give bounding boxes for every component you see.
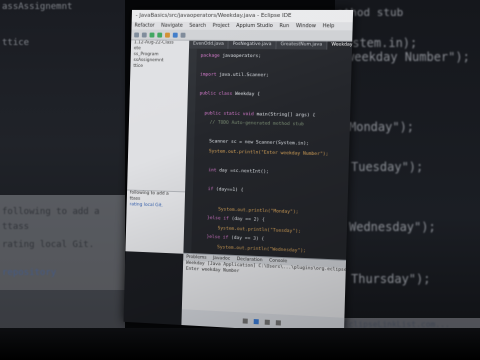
debug-icon[interactable] — [157, 32, 163, 38]
code-keyword — [198, 149, 209, 154]
code-text: System.out.println("Enter weekday Number… — [208, 149, 329, 158]
bg-right-line-4: Monday"); — [349, 120, 415, 134]
new-file-icon[interactable] — [134, 32, 140, 37]
bg-left-panel-line-2: ttass — [2, 222, 30, 232]
code-text: System.out.println("Monday"); — [218, 206, 299, 215]
menu-search[interactable]: Search — [189, 23, 206, 29]
windows-start-icon[interactable] — [253, 318, 259, 324]
code-keyword: }else if — [196, 215, 229, 222]
code-keyword — [196, 206, 218, 212]
tab-weekday[interactable]: Weekday.java — [327, 41, 353, 50]
menu-refactor[interactable]: Refactor — [134, 23, 154, 29]
code-keyword: import — [199, 72, 217, 78]
bg-left-panel-line-1: following to add a — [2, 207, 100, 217]
code-text: main(String[] args) { — [253, 111, 316, 119]
console-view: Problems Javadoc Declaration Console Wee… — [181, 252, 353, 335]
explorer-row[interactable]: ttice — [130, 64, 188, 71]
eclipse-screen: - JavaBasics/src/javaoperators/Weekday.j… — [123, 9, 354, 335]
code-keyword — [196, 225, 218, 231]
tab-greatestnum[interactable]: GreatestNum.java — [276, 41, 328, 50]
bg-left-line-2: ttice — [2, 38, 30, 48]
tab-problems[interactable]: Problems — [186, 255, 206, 261]
taskbar-app-icon[interactable] — [264, 319, 270, 325]
external-tools-icon[interactable] — [164, 32, 170, 38]
taskbar-app-icon[interactable] — [275, 319, 281, 326]
menu-project[interactable]: Project — [213, 23, 230, 29]
editor-tabs: EvenOdd.java PosNegative.java GreatestNu… — [189, 40, 353, 50]
menu-window[interactable]: Window — [296, 23, 316, 29]
save-icon[interactable] — [141, 32, 147, 37]
bg-right-line-3: weekday Number"); — [347, 50, 470, 64]
code-keyword: if — [196, 187, 214, 193]
code-text: Scanner sc = new Scanner(System.in); — [209, 139, 309, 148]
code-keyword: int — [197, 168, 217, 174]
code-keyword — [195, 244, 217, 250]
git-panel: following to add a ttass rating local Gi… — [125, 189, 186, 254]
code-text: java.util.Scanner; — [216, 72, 269, 79]
package-explorer: 1.12-Aug-22-Class ete ss_Program ssAssig… — [127, 40, 190, 192]
code-text: day =sc.nextInt(); — [216, 168, 269, 176]
menu-help[interactable]: Help — [323, 23, 335, 29]
code-comment: // TODO Auto-generated method stub — [198, 120, 304, 128]
code-editor[interactable]: EvenOdd.java PosNegative.java GreatestNu… — [183, 40, 353, 260]
tab-evenodd[interactable]: EvenOdd.java — [189, 40, 229, 49]
code-text: javaoperators; — [219, 53, 262, 60]
bg-left-panel-line-4: repository — [2, 268, 57, 278]
bg-right-line-7: Thursday"); — [351, 272, 431, 286]
code-keyword: }else if — [195, 234, 229, 241]
background-monitor-right: ethod stub ystem.in); weekday Number"); … — [335, 0, 480, 360]
background-monitor-left: assAssignemnt ttice following to add a t… — [0, 0, 125, 360]
tab-console[interactable]: Console — [269, 258, 287, 264]
code-text: (day == 3) { — [228, 236, 265, 243]
code-text: System.out.println("Wednesday"); — [217, 245, 306, 254]
tab-posnegative[interactable]: PosNegative.java — [228, 40, 277, 50]
monitor-bezel — [0, 328, 480, 360]
workbench: 1.12-Aug-22-Class ete ss_Program ssAssig… — [123, 40, 353, 335]
code-keyword — [198, 139, 209, 144]
search-icon[interactable] — [180, 32, 186, 38]
code-text: (day == 2) { — [228, 216, 265, 224]
bg-left-panel-line-3: rating local Git. — [2, 240, 95, 250]
menu-appium-studio[interactable]: Appium Studio — [236, 23, 273, 29]
code-area: package javaoperators; import java.util.S… — [194, 52, 350, 260]
code-keyword: public static void — [198, 110, 254, 117]
new-class-icon[interactable] — [172, 32, 178, 38]
menu-run[interactable]: Run — [279, 23, 289, 29]
bg-right-line-5: Tuesday"); — [351, 160, 424, 174]
window-title: - JavaBasics/src/javaoperators/Weekday.j… — [131, 9, 354, 23]
code-text: Weekday { — [232, 92, 260, 98]
code-text: (day==1) { — [213, 187, 244, 194]
git-panel-line[interactable]: rating local Git. — [127, 202, 185, 210]
code-text: System.out.println("Tuesday"); — [217, 226, 301, 235]
run-icon[interactable] — [149, 32, 155, 38]
tab-javadoc[interactable]: Javadoc — [213, 256, 231, 262]
taskbar-app-icon[interactable] — [242, 317, 248, 324]
code-keyword: package — [200, 53, 220, 59]
bg-left-light-panel-2 — [0, 290, 125, 330]
menu-navigate[interactable]: Navigate — [161, 23, 183, 29]
menu-bar: Refactor Navigate Search Project Appium … — [131, 21, 353, 31]
code-keyword: public class — [199, 91, 233, 98]
bg-right-line-2: ystem.in); — [345, 36, 418, 50]
photo: assAssignemnt ttice following to add a t… — [0, 0, 480, 360]
bg-right-line-6: Wednesday"); — [349, 220, 436, 234]
bg-left-line-1: assAssignemnt — [2, 2, 73, 12]
